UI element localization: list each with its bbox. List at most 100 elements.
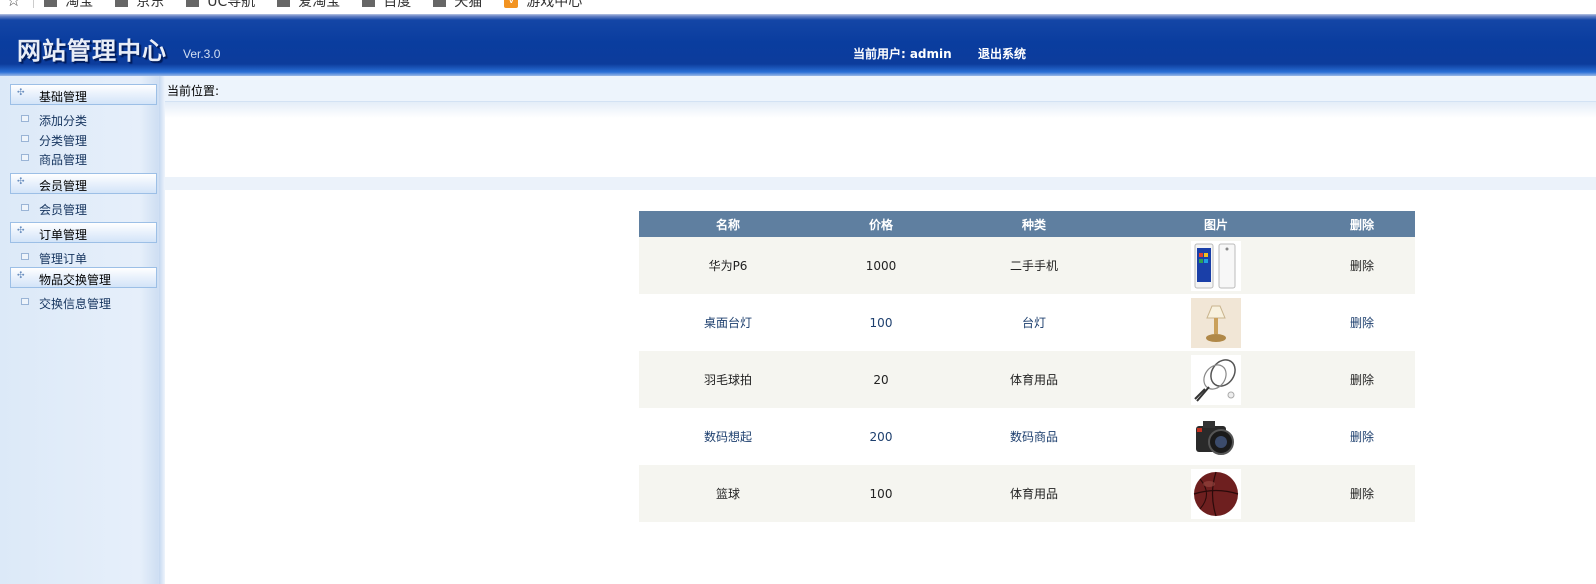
sidebar-item-label: 交换信息管理: [39, 297, 112, 311]
lamp-image: [1191, 297, 1241, 348]
table-row: 桌面台灯 100 台灯 删除: [639, 294, 1415, 351]
delete-link[interactable]: 删除: [1350, 487, 1374, 501]
table-header-row: 名称 价格 种类 图片 删除: [639, 211, 1415, 237]
cell-category: 体育用品: [945, 465, 1123, 522]
sidebar-group-member[interactable]: ✣ 会员管理: [10, 173, 157, 194]
sidebar-group-order[interactable]: ✣ 订单管理: [10, 222, 157, 243]
cell-image: [1123, 237, 1309, 294]
bookmark-baidu[interactable]: 百度: [362, 0, 411, 11]
sidebar-item-label: 添加分类: [39, 114, 88, 128]
bookmark-divider: [33, 0, 35, 8]
cell-category: 体育用品: [945, 351, 1123, 408]
cell-name: 桌面台灯: [639, 294, 817, 351]
column-header-image: 图片: [1123, 211, 1309, 237]
cell-name: 华为P6: [639, 237, 817, 294]
delete-link[interactable]: 删除: [1350, 259, 1374, 273]
column-header-delete: 删除: [1309, 211, 1415, 237]
column-header-price: 价格: [817, 211, 945, 237]
table-row: 数码想起 200 数码商品 删除: [639, 408, 1415, 465]
sidebar-item-member-manage[interactable]: 会员管理: [20, 200, 148, 218]
star-icon[interactable]: ☆: [6, 0, 21, 11]
expand-icon: ✣: [17, 177, 25, 187]
folder-icon: [362, 0, 376, 7]
expand-icon: ✣: [17, 226, 25, 236]
current-username: admin: [909, 47, 952, 61]
cell-delete: 删除: [1309, 465, 1415, 522]
bookmark-ai-taobao[interactable]: 爱淘宝: [277, 0, 340, 11]
sidebar-item-label: 商品管理: [39, 153, 88, 167]
delete-link[interactable]: 删除: [1350, 430, 1374, 444]
cell-category: 数码商品: [945, 408, 1123, 465]
bookmark-taobao[interactable]: 淘宝: [44, 0, 93, 11]
cell-category: 台灯: [945, 294, 1123, 351]
column-header-name: 名称: [639, 211, 817, 237]
folder-icon: [186, 0, 200, 7]
table-row: 羽毛球拍 20 体育用品 删除: [639, 351, 1415, 408]
camera-image: [1191, 411, 1241, 462]
sidebar-item-category-manage[interactable]: 分类管理: [20, 131, 148, 149]
sidebar-item-label: 分类管理: [39, 134, 88, 148]
folder-icon: [44, 0, 58, 7]
bookmarks-bar: ☆ 淘宝 京东 UC导航 爱淘宝 百度 天猫 V 游戏中心: [0, 0, 1596, 14]
cell-name: 羽毛球拍: [639, 351, 817, 408]
sidebar-group-label: 会员管理: [39, 179, 88, 193]
folder-icon: [277, 0, 291, 7]
cell-delete: 删除: [1309, 294, 1415, 351]
delete-link[interactable]: 删除: [1350, 373, 1374, 387]
version-label: Ver.3.0: [183, 47, 221, 61]
bookmark-jd[interactable]: 京东: [115, 0, 164, 11]
cell-name: 篮球: [639, 465, 817, 522]
site-header: 网站管理中心 Ver.3.0 当前用户: admin 退出系统: [0, 14, 1596, 76]
bookmark-tmall[interactable]: 天猫: [433, 0, 482, 11]
menu-item-icon: [21, 135, 29, 142]
table-row: 华为P6 1000 二手手机 删除: [639, 237, 1415, 294]
table-row: 篮球 100 体育用品 删除: [639, 465, 1415, 522]
sidebar-item-add-category[interactable]: 添加分类: [20, 111, 148, 129]
cell-name: 数码想起: [639, 408, 817, 465]
column-header-category: 种类: [945, 211, 1123, 237]
menu-item-icon: [21, 253, 29, 260]
menu-item-icon: [21, 154, 29, 161]
cell-price: 1000: [817, 237, 945, 294]
bookmark-uc-nav[interactable]: UC导航: [186, 0, 255, 11]
menu-item-icon: [21, 298, 29, 305]
ball-image: [1191, 468, 1241, 519]
phone-image: [1191, 240, 1241, 291]
cell-image: [1123, 351, 1309, 408]
sidebar-group-basic[interactable]: ✣ 基础管理: [10, 84, 157, 105]
cell-price: 20: [817, 351, 945, 408]
folder-icon: [115, 0, 129, 7]
bookmark-game-center[interactable]: V 游戏中心: [504, 0, 582, 11]
location-shadow: [165, 102, 1596, 118]
cell-price: 200: [817, 408, 945, 465]
goods-table: 名称 价格 种类 图片 删除 华为P6 1000 二手手机 删除 桌面台灯 10…: [639, 211, 1415, 522]
current-user-label: 当前用户:: [853, 47, 906, 61]
cell-category: 二手手机: [945, 237, 1123, 294]
cell-delete: 删除: [1309, 351, 1415, 408]
cell-delete: 删除: [1309, 237, 1415, 294]
sidebar-group-label: 订单管理: [39, 228, 88, 242]
sidebar-group-label: 基础管理: [39, 90, 88, 104]
current-user: 当前用户: admin: [853, 45, 952, 62]
location-label: 当前位置:: [167, 84, 220, 98]
site-logo-title: 网站管理中心: [17, 37, 167, 65]
sidebar-item-order-manage[interactable]: 管理订单: [20, 249, 148, 267]
delete-link[interactable]: 删除: [1350, 316, 1374, 330]
cell-price: 100: [817, 294, 945, 351]
cell-delete: 删除: [1309, 408, 1415, 465]
content-divider: [165, 177, 1596, 190]
cell-price: 100: [817, 465, 945, 522]
location-bar: 当前位置:: [165, 76, 1596, 102]
cell-image: [1123, 465, 1309, 522]
racket-image: [1191, 354, 1241, 405]
sidebar-group-exchange[interactable]: ✣ 物品交换管理: [10, 267, 157, 288]
logout-link[interactable]: 退出系统: [978, 45, 1026, 62]
sidebar-item-label: 会员管理: [39, 203, 88, 217]
menu-item-icon: [21, 115, 29, 122]
folder-icon: [433, 0, 447, 7]
sidebar-divider: [159, 76, 165, 584]
sidebar-item-label: 管理订单: [39, 252, 88, 266]
expand-icon: ✣: [17, 271, 25, 281]
sidebar-item-exchange-manage[interactable]: 交换信息管理: [20, 294, 148, 312]
sidebar-item-goods-manage[interactable]: 商品管理: [20, 150, 148, 168]
